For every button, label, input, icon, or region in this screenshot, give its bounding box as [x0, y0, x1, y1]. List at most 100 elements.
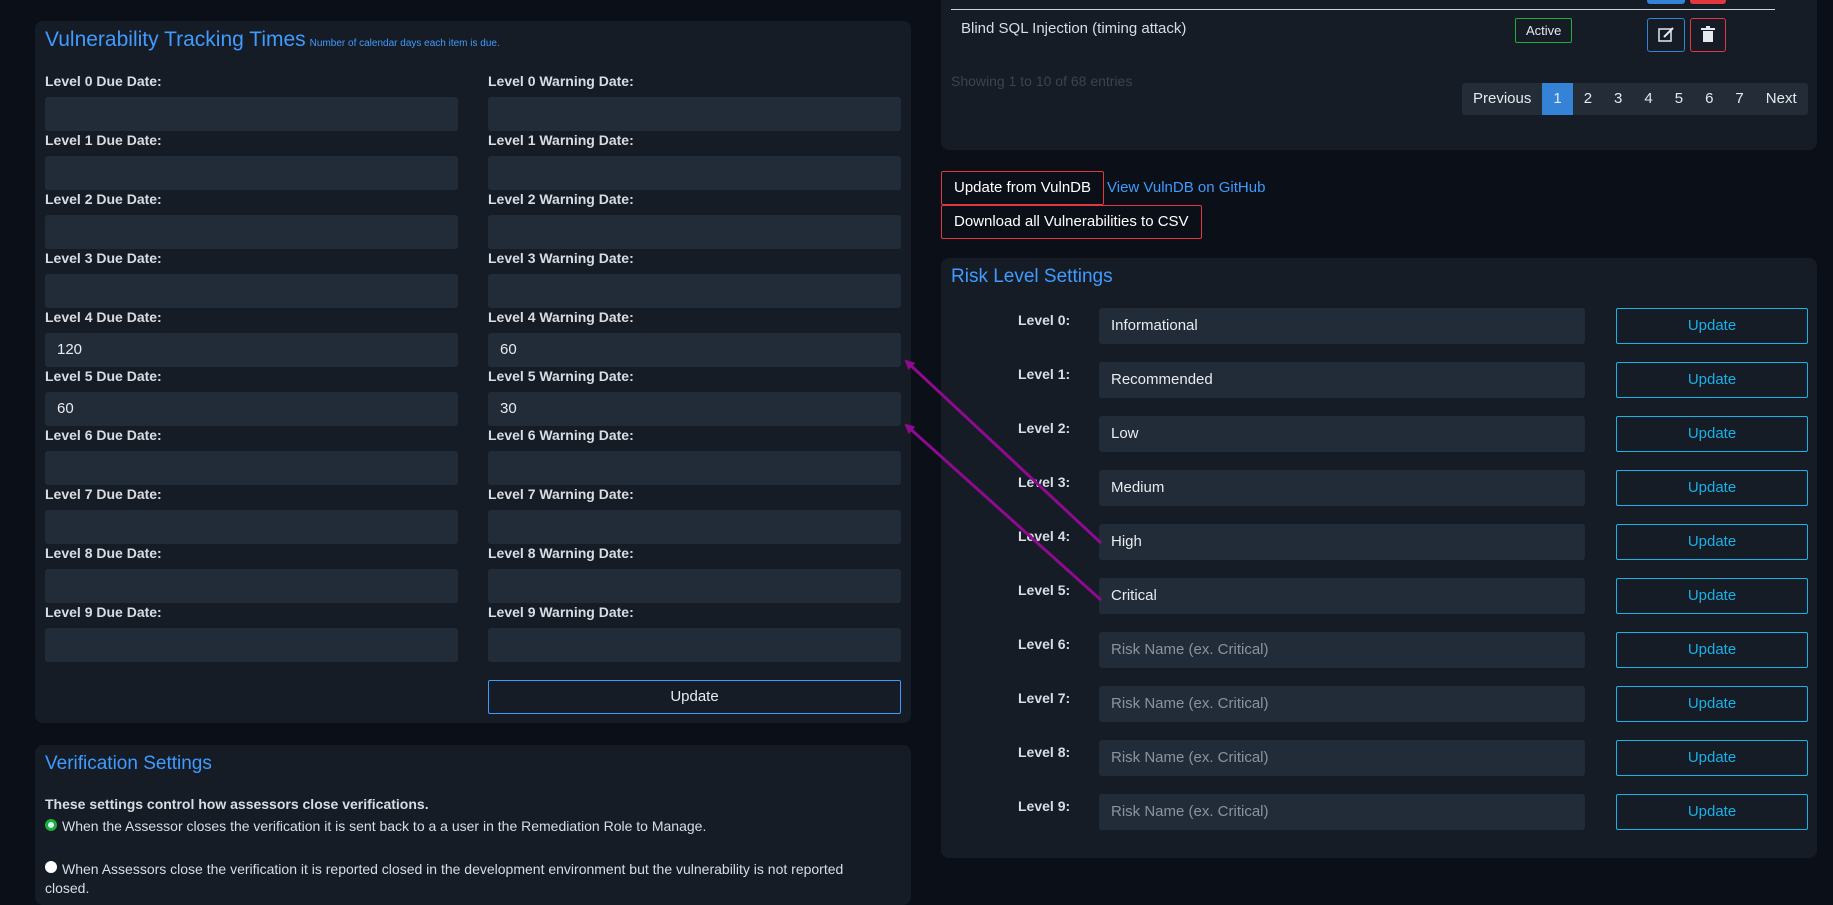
verification-title: Verification Settings	[45, 753, 212, 774]
risk-level-label: Level 6:	[1018, 636, 1071, 652]
trash-icon	[1701, 26, 1715, 42]
risk-level-update-button[interactable]: Update	[1616, 794, 1808, 830]
level-warning-date-input[interactable]	[488, 156, 901, 190]
risk-level-update-button[interactable]: Update	[1616, 308, 1808, 344]
risk-level-label: Level 4:	[1018, 528, 1071, 544]
level-due-date-input[interactable]	[45, 97, 458, 131]
view-vulndb-github-link[interactable]: View VulnDB on GitHub	[1107, 179, 1265, 196]
risk-name-input[interactable]: Recommended	[1099, 362, 1585, 398]
level-due-date-input[interactable]	[45, 274, 458, 308]
delete-button[interactable]	[1690, 18, 1726, 52]
verification-option-remediation-radio[interactable]	[45, 819, 57, 831]
level-warning-date-label: Level 1 Warning Date:	[488, 132, 634, 148]
verification-option-remediation-label: When the Assessor closes the verificatio…	[62, 818, 707, 834]
download-vulnerabilities-csv-button[interactable]: Download all Vulnerabilities to CSV	[941, 205, 1202, 239]
level-due-date-input[interactable]	[45, 569, 458, 603]
risk-level-update-button[interactable]: Update	[1616, 470, 1808, 506]
pagination-page-6[interactable]: 6	[1694, 83, 1724, 115]
level-warning-date-input[interactable]: 30	[488, 392, 901, 426]
risk-name-input[interactable]: Risk Name (ex. Critical)	[1099, 794, 1585, 830]
level-due-date-label: Level 8 Due Date:	[45, 545, 162, 561]
pagination-page-7[interactable]: 7	[1724, 83, 1754, 115]
tracking-update-button[interactable]: Update	[488, 680, 901, 714]
risk-level-update-button[interactable]: Update	[1616, 632, 1808, 668]
risk-name-input[interactable]: Critical	[1099, 578, 1585, 614]
risk-level-update-button[interactable]: Update	[1616, 578, 1808, 614]
risk-level-label: Level 7:	[1018, 690, 1071, 706]
vuln-tracking-subtitle: Number of calendar days each item is due…	[309, 38, 500, 49]
level-due-date-label: Level 0 Due Date:	[45, 73, 162, 89]
risk-level-label: Level 2:	[1018, 420, 1071, 436]
pagination-previous[interactable]: Previous	[1462, 83, 1542, 115]
risk-name-input[interactable]: Risk Name (ex. Critical)	[1099, 740, 1585, 776]
pagination-page-3[interactable]: 3	[1603, 83, 1633, 115]
level-due-date-label: Level 3 Due Date:	[45, 250, 162, 266]
level-due-date-input[interactable]	[45, 156, 458, 190]
risk-level-label: Level 3:	[1018, 474, 1071, 490]
verification-option-dev-closed-radio[interactable]	[45, 861, 57, 873]
level-warning-date-label: Level 0 Warning Date:	[488, 73, 634, 89]
level-due-date-input[interactable]	[45, 628, 458, 662]
level-due-date-input[interactable]	[45, 451, 458, 485]
level-due-date-label: Level 7 Due Date:	[45, 486, 162, 502]
level-warning-date-label: Level 6 Warning Date:	[488, 427, 634, 443]
risk-name-input[interactable]: Risk Name (ex. Critical)	[1099, 632, 1585, 668]
level-warning-date-label: Level 4 Warning Date:	[488, 309, 634, 325]
vuln-name: Blind SQL Injection (timing attack)	[961, 20, 1187, 37]
risk-level-label: Level 9:	[1018, 798, 1071, 814]
level-warning-date-input[interactable]	[488, 97, 901, 131]
level-warning-date-label: Level 7 Warning Date:	[488, 486, 634, 502]
pagination-page-4[interactable]: 4	[1633, 83, 1663, 115]
level-due-date-input[interactable]: 120	[45, 333, 458, 367]
risk-name-input[interactable]: High	[1099, 524, 1585, 560]
risk-level-label: Level 1:	[1018, 366, 1071, 382]
risk-level-update-button[interactable]: Update	[1616, 416, 1808, 452]
level-warning-date-input[interactable]	[488, 569, 901, 603]
risk-name-input[interactable]: Low	[1099, 416, 1585, 452]
level-warning-date-input[interactable]	[488, 628, 901, 662]
pagination: Previous 1 2 3 4 5 6 7 Next	[1462, 83, 1808, 115]
risk-level-label: Level 8:	[1018, 744, 1071, 760]
vuln-tracking-title-text: Vulnerability Tracking Times	[45, 28, 306, 51]
level-warning-date-label: Level 5 Warning Date:	[488, 368, 634, 384]
level-due-date-label: Level 6 Due Date:	[45, 427, 162, 443]
level-warning-date-input[interactable]	[488, 215, 901, 249]
pagination-page-1[interactable]: 1	[1542, 83, 1573, 115]
status-badge: Active	[1515, 18, 1573, 43]
risk-name-input[interactable]: Medium	[1099, 470, 1585, 506]
verification-option-dev-closed-label-cont: closed.	[45, 880, 90, 896]
level-due-date-input[interactable]	[45, 215, 458, 249]
level-due-date-label: Level 4 Due Date:	[45, 309, 162, 325]
level-due-date-label: Level 2 Due Date:	[45, 191, 162, 207]
prev-row-delete-button-edge	[1690, 0, 1726, 4]
level-warning-date-label: Level 2 Warning Date:	[488, 191, 634, 207]
edit-icon	[1658, 27, 1674, 42]
level-warning-date-label: Level 8 Warning Date:	[488, 545, 634, 561]
table-info-text: Showing 1 to 10 of 68 entries	[951, 73, 1133, 89]
level-warning-date-input[interactable]	[488, 510, 901, 544]
level-due-date-label: Level 1 Due Date:	[45, 132, 162, 148]
level-warning-date-label: Level 3 Warning Date:	[488, 250, 634, 266]
level-warning-date-label: Level 9 Warning Date:	[488, 604, 634, 620]
table-header-divider	[951, 9, 1775, 10]
risk-name-input[interactable]: Risk Name (ex. Critical)	[1099, 686, 1585, 722]
level-due-date-label: Level 5 Due Date:	[45, 368, 162, 384]
edit-button[interactable]	[1647, 18, 1685, 52]
update-from-vulndb-button[interactable]: Update from VulnDB	[941, 171, 1105, 205]
risk-level-label: Level 0:	[1018, 312, 1071, 328]
risk-level-update-button[interactable]: Update	[1616, 362, 1808, 398]
risk-level-update-button[interactable]: Update	[1616, 686, 1808, 722]
risk-level-title: Risk Level Settings	[951, 266, 1113, 287]
pagination-next[interactable]: Next	[1755, 83, 1808, 115]
level-warning-date-input[interactable]	[488, 451, 901, 485]
risk-level-update-button[interactable]: Update	[1616, 524, 1808, 560]
level-due-date-input[interactable]	[45, 510, 458, 544]
risk-name-input[interactable]: Informational	[1099, 308, 1585, 344]
pagination-page-5[interactable]: 5	[1664, 83, 1694, 115]
risk-level-update-button[interactable]: Update	[1616, 740, 1808, 776]
risk-level-label: Level 5:	[1018, 582, 1071, 598]
level-warning-date-input[interactable]	[488, 274, 901, 308]
level-warning-date-input[interactable]: 60	[488, 333, 901, 367]
level-due-date-input[interactable]: 60	[45, 392, 458, 426]
pagination-page-2[interactable]: 2	[1573, 83, 1603, 115]
